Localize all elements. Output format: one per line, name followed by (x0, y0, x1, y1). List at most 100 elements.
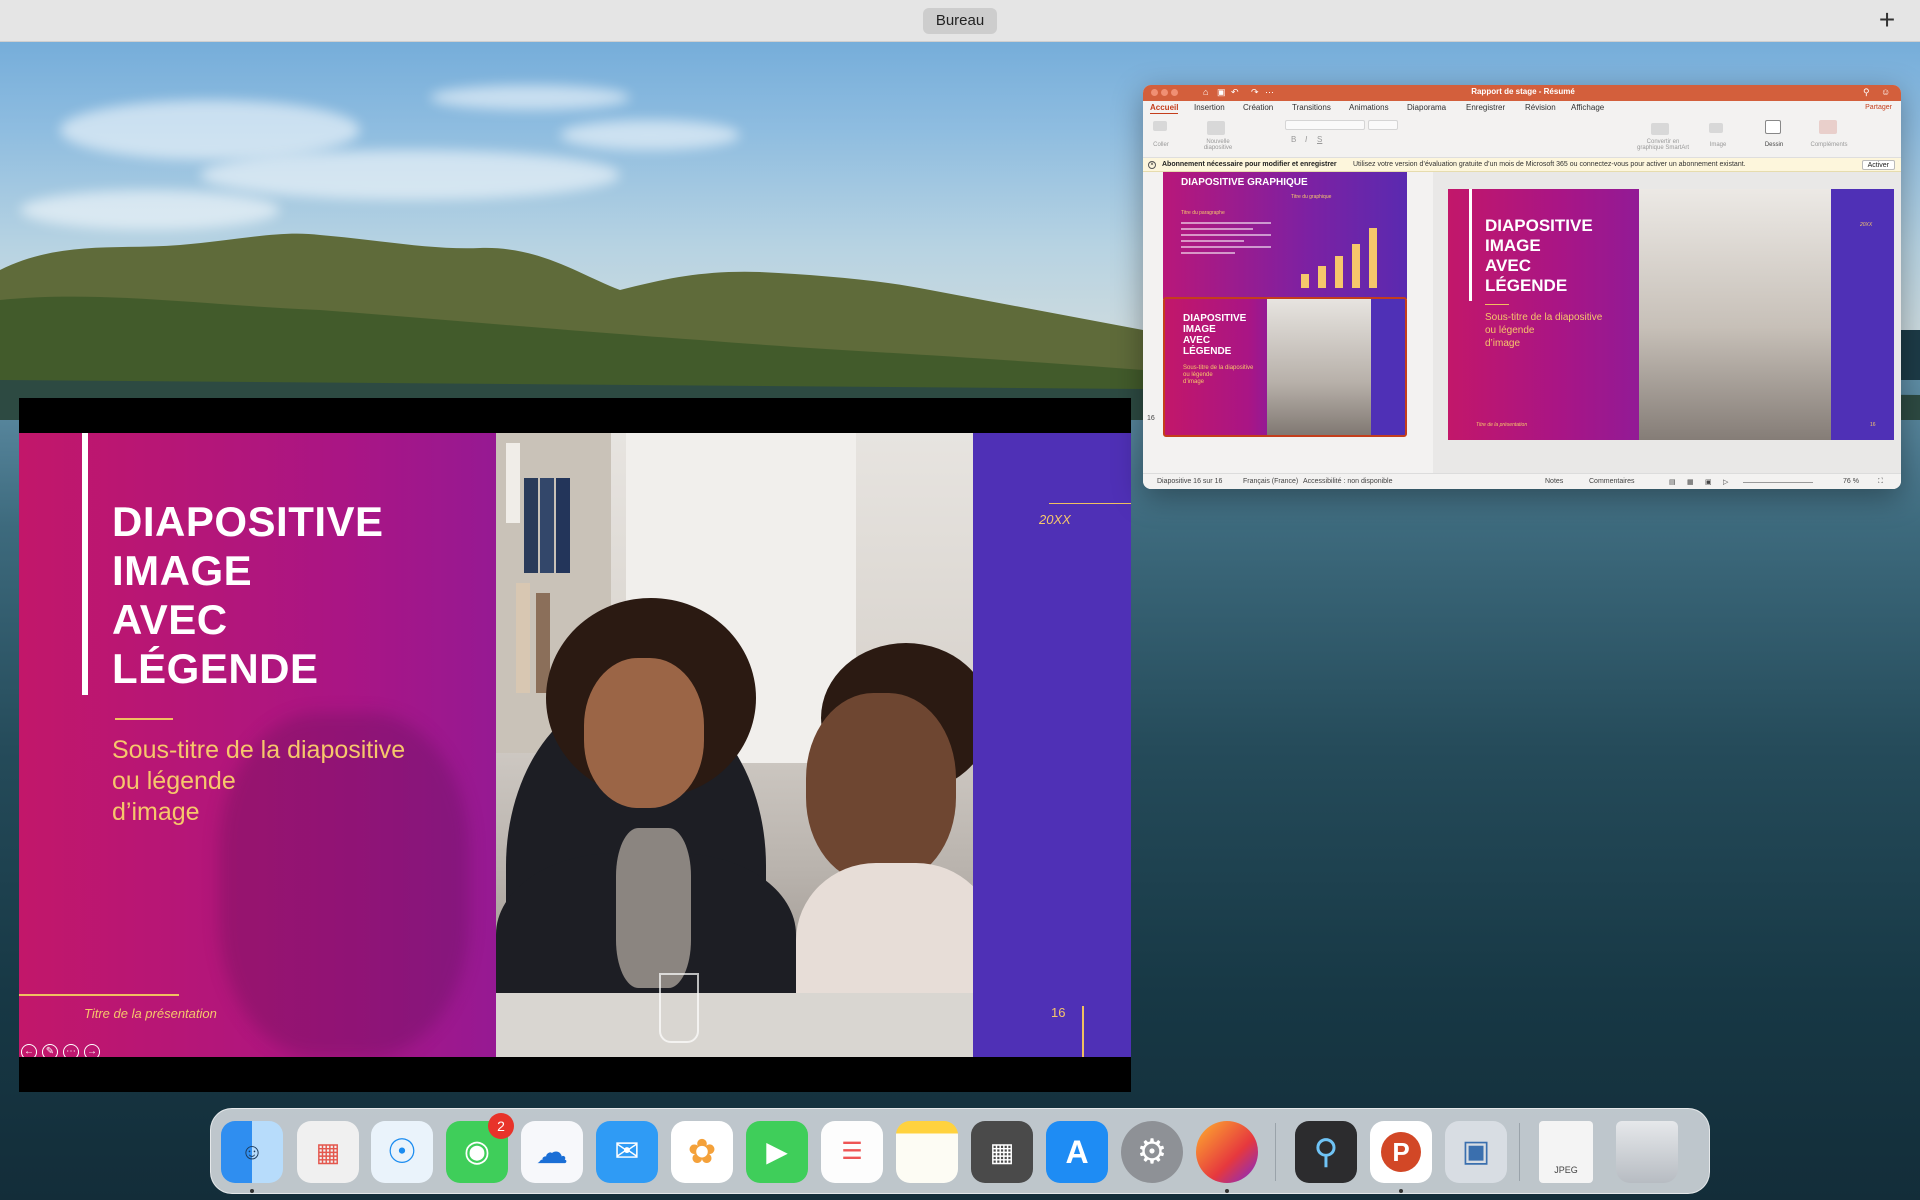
tab-diaporama[interactable]: Diaporama (1407, 103, 1446, 112)
thumbnail-chart-bar (1352, 244, 1360, 288)
accessibility-status[interactable]: Accessibilité : non disponible (1303, 478, 1393, 485)
safari-icon[interactable]: ☉ (371, 1121, 433, 1183)
normal-view-icon[interactable]: ▤ (1669, 478, 1676, 486)
tab-transitions[interactable]: Transitions (1292, 103, 1331, 112)
tab-enregistrer[interactable]: Enregistrer (1466, 103, 1505, 112)
zoom-level[interactable]: 76 % (1843, 478, 1859, 485)
tab-revision[interactable]: Révision (1525, 103, 1556, 112)
pen-icon[interactable]: ✎ (42, 1044, 58, 1057)
thumbnail-paragraph-title: Titre du paragraphe (1181, 210, 1225, 216)
font-family-select[interactable] (1285, 120, 1365, 130)
notes-icon[interactable] (896, 1121, 958, 1183)
presentation-slide: DIAPOSITIVE IMAGE AVEC LÉGENDE Sous-titr… (19, 433, 1131, 1057)
ribbon-tabs: Accueil Insertion Création Transitions A… (1143, 101, 1901, 115)
undo-icon[interactable]: ↶ (1231, 87, 1239, 98)
banner-message: Utilisez votre version d’évaluation grat… (1353, 161, 1746, 168)
next-icon[interactable]: → (84, 1044, 100, 1057)
font-size-select[interactable] (1368, 120, 1398, 130)
powerpoint-window[interactable]: ⌂ ▣ ↶ ↷ ⋯ Rapport de stage - Résumé ⚲ ☺ … (1143, 85, 1901, 489)
smartart-icon[interactable] (1651, 123, 1669, 135)
addins-label[interactable]: Compléments (1807, 142, 1851, 148)
slide-year[interactable]: 20XX (1860, 222, 1872, 228)
thumbnail-slide-15[interactable]: DIAPOSITIVE GRAPHIQUE Titre du paragraph… (1163, 172, 1407, 299)
system-settings-icon[interactable]: ⚙ (1121, 1121, 1183, 1183)
smartart-label[interactable]: Convertir en graphique SmartArt (1628, 139, 1698, 151)
draw-icon[interactable] (1765, 120, 1781, 134)
italic-icon[interactable]: I (1305, 135, 1307, 144)
powerpoint-icon[interactable]: P (1370, 1121, 1432, 1183)
slide-subtitle[interactable]: Sous-titre de la diapositive ou légende … (1485, 311, 1625, 350)
trash-icon[interactable] (1616, 1121, 1678, 1183)
tab-animations[interactable]: Animations (1349, 103, 1389, 112)
calculator-icon[interactable]: ▦ (971, 1121, 1033, 1183)
image-icon[interactable] (1709, 123, 1723, 133)
notes-button[interactable]: Notes (1545, 478, 1563, 485)
app-store-icon[interactable]: A (1046, 1121, 1108, 1183)
reminders-icon[interactable]: ☰ (821, 1121, 883, 1183)
slideshow-window[interactable]: DIAPOSITIVE IMAGE AVEC LÉGENDE Sous-titr… (19, 398, 1131, 1092)
more-icon[interactable]: ⋯ (1265, 87, 1274, 98)
tab-insertion[interactable]: Insertion (1194, 103, 1225, 112)
sorter-view-icon[interactable]: ▦ (1687, 478, 1694, 486)
slide-year: 20XX (1039, 512, 1071, 527)
photos-icon[interactable]: ✿ (671, 1121, 733, 1183)
slide-editing-area[interactable]: DIAPOSITIVE IMAGE AVEC LÉGENDE Sous-titr… (1433, 172, 1901, 473)
facetime-icon[interactable]: ▶ (746, 1121, 808, 1183)
mail-icon[interactable]: ✉ (596, 1121, 658, 1183)
activate-button[interactable]: Activer (1861, 160, 1895, 170)
close-banner-icon[interactable]: × (1148, 161, 1156, 169)
close-window-button[interactable] (1151, 89, 1158, 96)
bold-icon[interactable]: B (1291, 135, 1296, 144)
save-icon[interactable]: ▣ (1217, 87, 1226, 98)
current-slide[interactable]: DIAPOSITIVE IMAGE AVEC LÉGENDE Sous-titr… (1448, 189, 1894, 440)
redo-icon[interactable]: ↷ (1251, 87, 1259, 98)
search-icon[interactable]: ⚲ (1863, 87, 1870, 98)
tab-affichage[interactable]: Affichage (1571, 103, 1604, 112)
slide-number[interactable]: 16 (1870, 422, 1876, 428)
add-space-button[interactable]: + (1872, 5, 1902, 35)
mission-control-spaces-bar: Bureau + (0, 0, 1920, 42)
thumbnail-slide-16-selected[interactable]: DIAPOSITIVE IMAGE AVEC LÉGENDE Sous-titr… (1163, 297, 1407, 437)
powerpoint-running-dot (1399, 1189, 1403, 1193)
slide-thumbnails-pane[interactable]: DIAPOSITIVE GRAPHIQUE Titre du paragraph… (1143, 172, 1423, 473)
paste-label[interactable]: Coller (1149, 142, 1173, 148)
launchpad-icon[interactable]: ▦ (297, 1121, 359, 1183)
dock-separator (1275, 1123, 1276, 1181)
more-icon[interactable]: ⋯ (63, 1044, 79, 1057)
finder-icon[interactable]: ☺ (221, 1121, 283, 1183)
slide-footer-text[interactable]: Titre de la présentation (1476, 422, 1527, 428)
preview-icon[interactable]: ▣ (1445, 1121, 1507, 1183)
zoom-slider[interactable] (1743, 482, 1813, 483)
tab-creation[interactable]: Création (1243, 103, 1273, 112)
title-accent-line (82, 433, 88, 695)
jpeg-file-icon[interactable]: JPEG (1539, 1121, 1593, 1183)
home-icon[interactable]: ⌂ (1203, 87, 1208, 97)
account-icon[interactable]: ☺ (1881, 87, 1890, 97)
firefox-icon[interactable] (1196, 1121, 1258, 1183)
space-desktop-label[interactable]: Bureau (923, 8, 997, 34)
draw-label[interactable]: Dessin (1759, 142, 1789, 148)
new-slide-icon[interactable] (1207, 121, 1225, 135)
share-button[interactable]: Partager (1865, 104, 1892, 111)
addins-icon[interactable] (1819, 120, 1837, 134)
reading-view-icon[interactable]: ▣ (1705, 478, 1712, 486)
previous-icon[interactable]: ← (21, 1044, 37, 1057)
window-titlebar[interactable]: ⌂ ▣ ↶ ↷ ⋯ Rapport de stage - Résumé ⚲ ☺ (1143, 85, 1901, 101)
minimize-window-button[interactable] (1161, 89, 1168, 96)
new-slide-label[interactable]: Nouvelle diapositive (1198, 139, 1238, 151)
image-label[interactable]: Image (1703, 142, 1733, 148)
zoom-window-button[interactable] (1171, 89, 1178, 96)
slide-title[interactable]: DIAPOSITIVE IMAGE AVEC LÉGENDE (1485, 216, 1635, 296)
paste-icon[interactable] (1153, 121, 1167, 131)
quicktime-icon[interactable]: ⚲ (1295, 1121, 1357, 1183)
tab-accueil[interactable]: Accueil (1150, 103, 1179, 114)
comments-button[interactable]: Commentaires (1589, 478, 1635, 485)
underline-icon[interactable]: S (1317, 135, 1322, 144)
thumbnail-title: DIAPOSITIVE GRAPHIQUE (1181, 177, 1308, 188)
onedrive-icon[interactable]: ☁ (521, 1121, 583, 1183)
language-indicator[interactable]: Français (France) (1243, 478, 1298, 485)
fit-slide-icon[interactable]: ⛶ (1878, 478, 1883, 486)
messages-badge: 2 (488, 1113, 514, 1139)
subtitle-divider (1485, 304, 1509, 305)
slideshow-view-icon[interactable]: ▷ (1723, 478, 1728, 486)
